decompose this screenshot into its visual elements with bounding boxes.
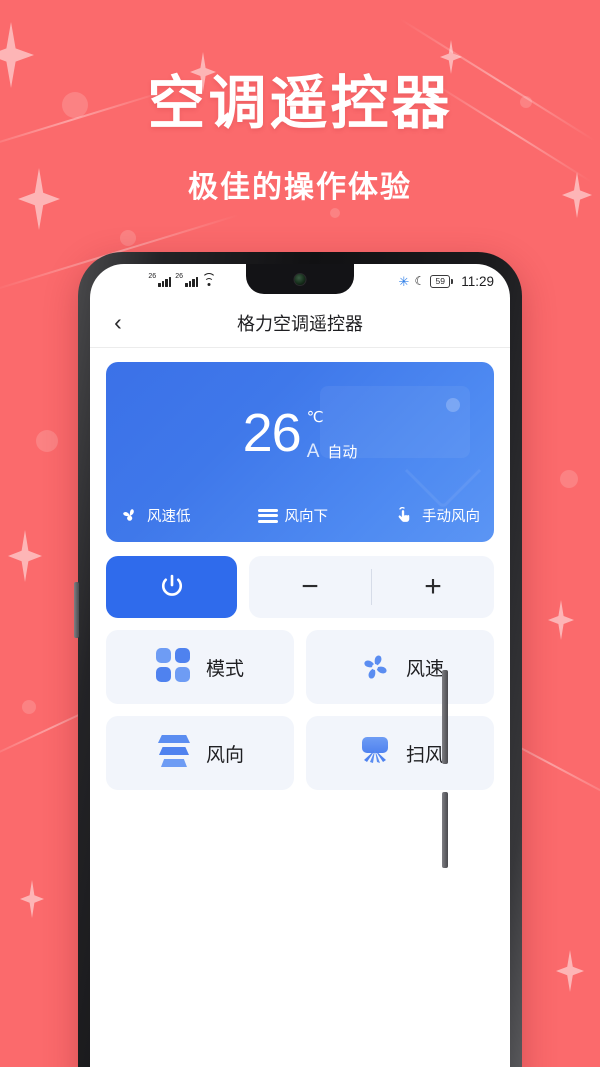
- temperature-unit: ℃: [306, 409, 324, 426]
- page-subtitle: 极佳的操作体验: [188, 170, 412, 204]
- soft-dot: [120, 230, 136, 246]
- temperature-display: 26 ℃ A 自动: [106, 406, 494, 462]
- temperature-value: 26: [242, 403, 302, 463]
- fan-speed-button-label: 风速: [405, 658, 444, 680]
- grid-squares-icon: [155, 648, 194, 686]
- wind-direction-button[interactable]: 风向: [106, 716, 294, 790]
- status-wind-direction-label: 风向下: [284, 509, 329, 525]
- fan-speed-button[interactable]: 风速: [306, 630, 494, 704]
- status-manual-wind-label: 手动风向: [422, 509, 480, 525]
- phone-left-button[interactable]: [74, 582, 79, 638]
- function-button-grid: 模式 风速 风向 扫风: [106, 630, 494, 790]
- current-mode: A 自动: [307, 441, 358, 462]
- sparkle: [548, 600, 574, 640]
- app-header: ‹ 格力空调遥控器: [90, 298, 510, 348]
- mode-button-label: 模式: [205, 658, 244, 680]
- phone-screen: 26 26 ✳ ☾ 59 11:29 ‹ 格力空调遥控器 26 ℃ A 自动 风…: [90, 264, 510, 1067]
- app-body-empty-space: [106, 790, 494, 1010]
- status-bar-left: 26 26: [106, 272, 256, 287]
- status-bar: 26 26 ✳ ☾ 59 11:29: [90, 264, 510, 298]
- phone-power-button[interactable]: [442, 792, 448, 868]
- louver-lines-icon: [257, 508, 278, 523]
- signal-generation-label-1: 26: [148, 272, 157, 280]
- fan-icon: [120, 506, 140, 526]
- hero-text-block: 空调遥控器 极佳的操作体验: [0, 0, 600, 206]
- soft-dot: [330, 208, 340, 218]
- auto-mode-icon: A: [306, 441, 320, 462]
- current-mode-label: 自动: [327, 444, 358, 461]
- soft-dot: [560, 470, 578, 488]
- mode-button[interactable]: 模式: [106, 630, 294, 704]
- temperature-meta: ℃ A 自动: [307, 406, 358, 462]
- temperature-stepper: − +: [249, 556, 494, 618]
- signal-generation-label-2: 26: [175, 272, 183, 280]
- battery-level-label: 59: [430, 274, 451, 288]
- wind-direction-button-label: 风向: [205, 744, 244, 766]
- status-wind-direction: 风向下: [257, 505, 329, 526]
- plus-icon: +: [424, 570, 442, 603]
- ac-status-row: 风速低 风向下 手动风向: [120, 505, 480, 526]
- battery-cap: [451, 278, 454, 284]
- phone-volume-button[interactable]: [442, 670, 448, 764]
- power-icon: [161, 574, 182, 596]
- status-bar-right: ✳ ☾ 59 11:29: [399, 274, 494, 289]
- phone-mockup: 26 26 ✳ ☾ 59 11:29 ‹ 格力空调遥控器 26 ℃ A 自动 风…: [78, 252, 522, 1067]
- status-manual-wind: 手动风向: [395, 505, 480, 526]
- soft-dot: [36, 430, 58, 452]
- swing-air-icon: [356, 735, 394, 771]
- bluetooth-icon: ✳: [398, 273, 410, 289]
- status-fan-speed-label: 风速低: [147, 509, 191, 525]
- signal-bars-icon-2: 26: [175, 273, 198, 287]
- wifi-icon: [202, 272, 216, 287]
- power-button[interactable]: [106, 556, 237, 618]
- soft-dot: [22, 700, 36, 714]
- sparkle: [556, 950, 584, 992]
- battery-indicator: 59: [430, 274, 454, 288]
- fan-blades-icon: [356, 648, 394, 686]
- sparkle: [20, 880, 44, 918]
- sparkle: [8, 530, 42, 582]
- ac-display-card: 26 ℃ A 自动 风速低 风向下 手动风向: [106, 362, 494, 542]
- signal-bars-icon-1: 26: [148, 273, 172, 287]
- status-bar-clock: 11:29: [461, 273, 494, 289]
- swing-button[interactable]: 扫风: [306, 716, 494, 790]
- status-fan-speed: 风速低: [120, 505, 191, 526]
- moon-icon: ☾: [414, 274, 426, 288]
- swing-button-label: 扫风: [405, 744, 444, 766]
- page-title: 空调遥控器: [147, 71, 453, 136]
- temperature-increase-button[interactable]: +: [372, 572, 494, 602]
- app-header-title: 格力空调遥控器: [237, 313, 363, 334]
- temperature-decrease-button[interactable]: −: [249, 572, 371, 602]
- promo-screenshot: 空调遥控器 极佳的操作体验 26 26 ✳ ☾ 59 11:29 ‹ 格力空调遥…: [0, 0, 600, 1067]
- minus-icon: −: [301, 570, 319, 603]
- louver-stack-icon: [156, 734, 194, 772]
- hand-tap-icon: [395, 506, 415, 526]
- primary-controls-row: − +: [106, 556, 494, 618]
